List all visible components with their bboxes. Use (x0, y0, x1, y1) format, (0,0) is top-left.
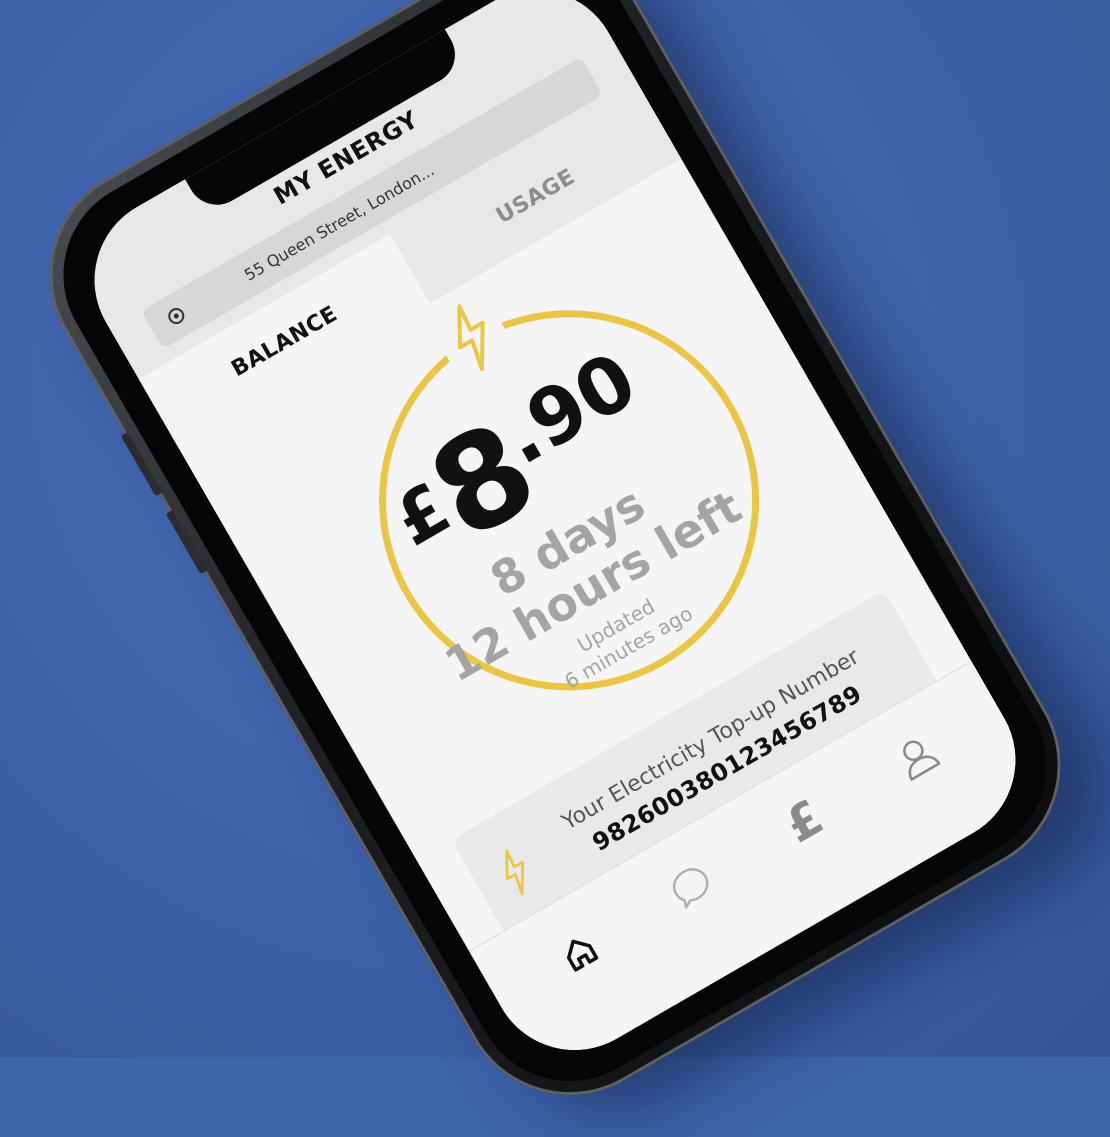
location-pin-icon (163, 302, 190, 329)
account-icon[interactable] (876, 715, 958, 797)
chat-icon[interactable] (650, 845, 732, 927)
home-icon[interactable] (538, 910, 620, 992)
pound-icon[interactable]: £ (763, 780, 845, 862)
